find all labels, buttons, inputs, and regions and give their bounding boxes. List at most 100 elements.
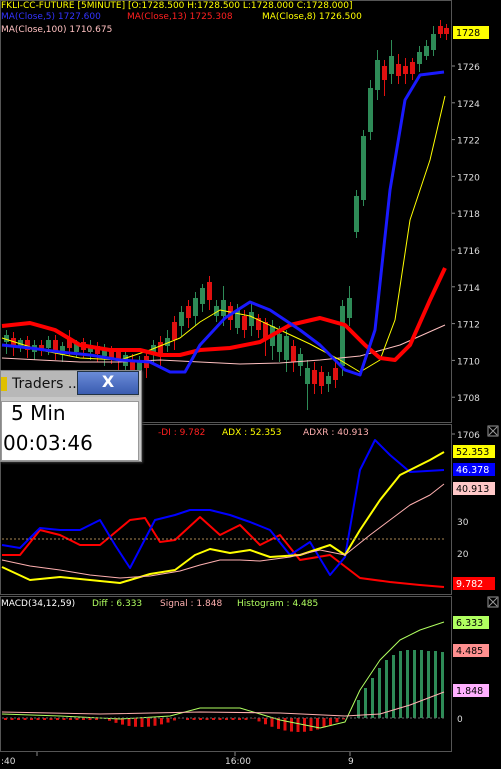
price-tick-label: 1724 [457,100,480,110]
macd-diff-label: Diff : 6.333 [92,599,142,609]
svg-text:30: 30 [457,518,469,528]
ma5-line [1,70,445,377]
candle-body [207,282,212,300]
macd-bar [441,652,444,718]
app-icon [1,377,7,391]
candle-body [403,66,408,74]
ma13-label: MA(Close,13) 1725.308 [127,12,233,22]
macd-pane-frame [0,596,452,752]
candle-body [438,26,443,34]
macd-bar [322,718,326,728]
macd-bar [153,718,157,726]
candle-body [417,52,422,64]
candle-body [319,372,324,386]
macd-bar [134,718,137,727]
candle-body [298,354,303,366]
macd-bar [392,655,395,718]
macd-bar [270,718,274,727]
macd-bar [385,660,388,718]
macd-bar [264,718,267,725]
adx-pane-close-icon[interactable] [487,425,499,437]
candle-body [410,62,415,74]
macd-diff-tag: 6.333 [456,618,483,629]
price-tick-label: 1714 [457,284,480,294]
candle-body [200,288,205,304]
price-tick-label: 1722 [457,137,480,147]
candle-body [46,340,51,348]
macd-bar [335,718,339,723]
candle-body [382,66,387,80]
candle-body [354,196,359,232]
ma100-label: MA(Close,100) 1710.675 [1,25,112,35]
macd-title: MACD(34,12,59) [1,599,75,609]
price-tick-label: 1708 [457,394,480,404]
macd-bar [127,718,131,726]
candle-body [312,370,317,384]
candle-body [179,312,184,326]
candle-body [186,306,191,318]
adx-tag: 52.353 [456,447,489,458]
macd-bar [257,718,261,722]
candle-body [347,298,352,318]
price-y-axis: 1726 1724 1722 1720 1718 1716 1714 1712 1710 1708… [452,63,480,441]
price-tick-label: 1720 [457,173,480,183]
price-tick-label: 1706 [457,431,480,441]
macd-bar [378,668,381,718]
candle-body [444,28,449,34]
candle-body [284,336,289,360]
macd-bar [309,718,313,731]
price-header: FKLI-CC-FUTURE [5MINUTE] [O:1728.500 H:1… [1,1,353,11]
macd-signal-tag: 1.848 [456,686,483,697]
price-tick-label: 1718 [457,210,480,220]
adx-lines [1,439,445,588]
candle-body [193,298,198,316]
candle-body [396,64,401,76]
macd-signal-line [1,691,445,717]
candle-body [333,368,338,380]
macd-bar [290,718,293,732]
candle-body [389,56,394,74]
macd-histogram-label: Histogram : 4.485 [237,599,318,609]
ma8-line [1,95,446,373]
macd-bar [371,678,374,718]
candle-body [221,300,226,316]
macd-zero-tick: 0 [457,715,463,725]
candle-body [291,346,296,362]
candle-body [172,322,177,340]
svg-text::40: :40 [1,757,16,767]
bar-countdown: 00:03:46 [3,431,93,455]
macd-bar [147,718,150,727]
candle-body [249,312,254,326]
candle-body [368,88,373,132]
time-axis: :40 16:00 9 [1,752,354,767]
macd-bar [427,651,430,718]
candle-body [326,376,331,384]
macd-bar [283,718,287,731]
svg-text:9: 9 [348,757,354,767]
macd-value-tags: 6.333 4.485 1.848 [453,616,489,697]
macd-bar [296,718,300,732]
svg-text:1728: 1728 [456,28,480,39]
candle-body [277,334,282,352]
macd-signal-label: Signal : 1.848 [160,599,222,609]
macd-bar [420,650,423,718]
price-candles [4,20,449,410]
last-price-tag: 1728 [453,26,489,39]
macd-pane-close-icon[interactable] [487,596,499,608]
moving-averages [1,70,447,377]
price-tick-label: 1726 [457,63,480,73]
plus-di-tag: 46.378 [456,465,489,476]
adx-line [1,451,445,584]
adx-label: ADX : 52.353 [222,428,282,438]
price-tick-label: 1712 [457,321,480,331]
minus-di-label: -DI : 9.782 [158,428,205,438]
candle-body [431,34,436,50]
popup-titlebar[interactable]: Traders ... X [1,371,139,397]
adxr-label: ADXR : 40.913 [303,428,369,438]
candle-body [375,60,380,90]
candle-body [340,306,345,366]
close-button[interactable]: X [77,371,139,395]
traders-timer-window[interactable]: Traders ... X 5 Min 00:03:46 [0,370,142,462]
macd-bar [413,650,416,718]
candle-body [424,46,429,56]
